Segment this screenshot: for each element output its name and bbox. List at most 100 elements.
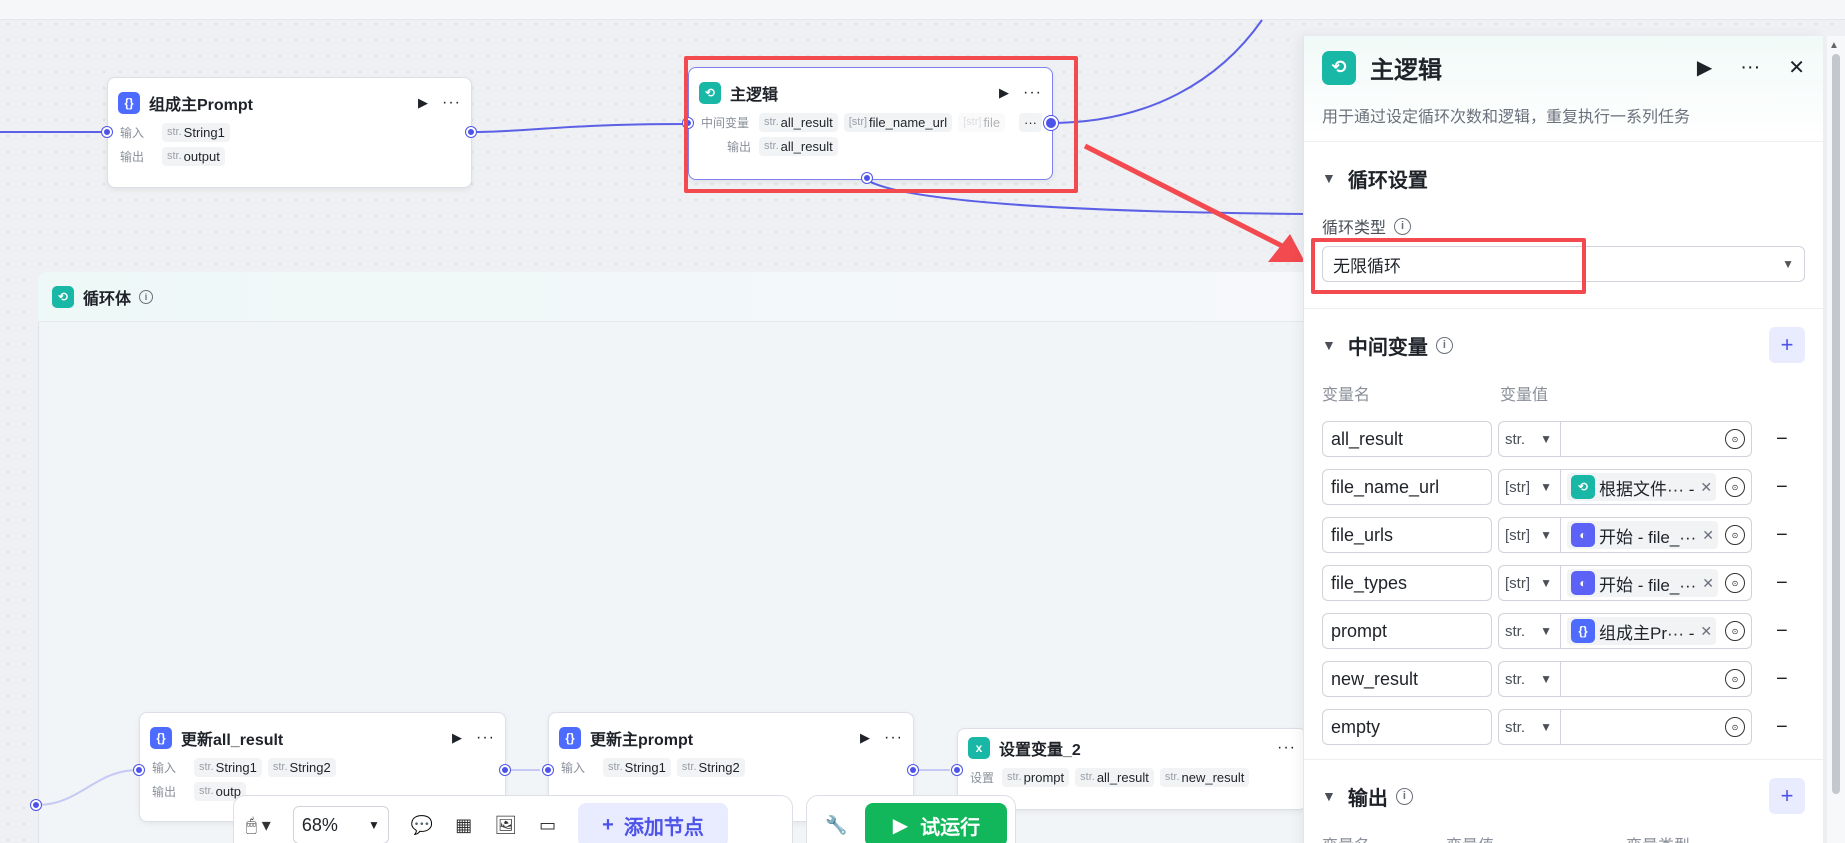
reference-picker-icon[interactable]: ⊙ — [1725, 525, 1745, 545]
comment-icon[interactable]: 💬 — [411, 815, 433, 836]
column-name-header: 变量名 — [1322, 387, 1371, 404]
node-settings-panel: ⟲ 主逻辑 ▶ ··· ✕ 用于通过设定循环次数和逻辑，重复执行一系列任务 ▼ … — [1303, 36, 1823, 843]
remove-variable-button[interactable]: − — [1776, 620, 1788, 643]
info-icon[interactable]: i — [1395, 787, 1413, 805]
output-header[interactable]: ▼ 输出 i + — [1322, 760, 1805, 832]
loop-settings-header[interactable]: ▼ 循环设置 — [1322, 142, 1805, 214]
remove-variable-button[interactable]: − — [1776, 668, 1788, 691]
start-icon: ◐ — [1571, 523, 1595, 547]
variable-value-input[interactable]: ◐ 开始 - file_··· ✕ ⊙ — [1560, 517, 1752, 553]
variable-type-select[interactable]: str. ▼ — [1498, 421, 1560, 457]
variable-name-input[interactable]: file_urls — [1322, 517, 1492, 553]
remove-reference-icon[interactable]: ✕ — [1700, 623, 1712, 640]
variable-value-input[interactable]: ⊙ — [1560, 421, 1752, 457]
chevron-down-icon[interactable]: ▼ — [1322, 170, 1336, 186]
reference-picker-icon[interactable]: ⊙ — [1725, 429, 1745, 449]
reference-picker-icon[interactable]: ⊙ — [1725, 573, 1745, 593]
remove-variable-button[interactable]: − — [1776, 476, 1788, 499]
variable-value-input[interactable]: ⟲ 根据文件··· - ✕ ⊙ — [1560, 469, 1752, 505]
mid-vars-header[interactable]: ▼ 中间变量 i + — [1322, 309, 1805, 381]
section-title: 输出 — [1347, 787, 1388, 810]
variable-name-input[interactable]: new_result — [1322, 661, 1492, 697]
output-label: 输出 — [152, 784, 177, 799]
reference-picker-icon[interactable]: ⊙ — [1725, 477, 1745, 497]
input-tag: str. String2 — [267, 757, 336, 777]
variable-type-select[interactable]: str. ▼ — [1498, 613, 1560, 649]
variable-value-input[interactable]: ⊙ — [1560, 709, 1752, 745]
input-port[interactable] — [102, 127, 112, 137]
add-node-button[interactable]: + 添加节点 — [578, 803, 728, 843]
variable-type-select[interactable]: str. ▼ — [1498, 709, 1560, 745]
compose-prompt-node[interactable]: {} 组成主Prompt ▶ ··· 输入 str. String1 输出 str. o… — [107, 77, 472, 188]
more-icon[interactable]: ··· — [1277, 739, 1296, 757]
reference-picker-icon[interactable]: ⊙ — [1725, 621, 1745, 641]
info-icon[interactable]: i — [1435, 336, 1453, 354]
column-value-header: 变量值 — [1500, 387, 1549, 404]
variable-reference-chip[interactable]: {} 组成主Pr··· - ✕ — [1567, 617, 1717, 645]
remove-reference-icon[interactable]: ✕ — [1702, 575, 1714, 592]
variable-name-input[interactable]: prompt — [1322, 613, 1492, 649]
reference-picker-icon[interactable]: ⊙ — [1725, 669, 1745, 689]
remove-variable-button[interactable]: − — [1776, 572, 1788, 595]
test-run-button[interactable]: ▶ 试运行 — [865, 803, 1008, 843]
minimap-icon[interactable]: ▭ — [539, 815, 556, 836]
panel-scrollbar[interactable] — [1827, 36, 1845, 843]
wrench-icon[interactable]: 🔧 — [825, 815, 847, 836]
variable-name-input[interactable]: file_types — [1322, 565, 1492, 601]
panel-description: 用于通过设定循环次数和逻辑，重复执行一系列任务 — [1322, 109, 1691, 126]
variable-name-input[interactable]: all_result — [1322, 421, 1492, 457]
output-port[interactable] — [500, 765, 510, 775]
zoom-select[interactable]: 68% ▼ — [292, 806, 389, 843]
column-type-header: 变量类型 — [1626, 832, 1690, 843]
add-variable-button[interactable]: + — [1769, 327, 1805, 363]
more-icon[interactable]: ··· — [442, 94, 461, 112]
mouse-mode-icon[interactable]: 🖱 ▾ — [246, 815, 271, 836]
input-port[interactable] — [543, 765, 553, 775]
info-icon[interactable]: i — [1394, 217, 1412, 235]
more-icon[interactable]: ··· — [476, 729, 495, 747]
loop-start-port[interactable] — [31, 800, 41, 810]
close-icon[interactable]: ✕ — [1788, 55, 1805, 80]
run-toolbar: 🔧 ▶ 试运行 — [806, 795, 1016, 843]
variable-name-input[interactable]: empty — [1322, 709, 1492, 745]
run-node-icon[interactable]: ▶ — [418, 95, 428, 111]
variable-value-input[interactable]: ⊙ — [1560, 661, 1752, 697]
variable-type-select[interactable]: [str] ▼ — [1498, 469, 1560, 505]
reference-picker-icon[interactable]: ⊙ — [1725, 717, 1745, 737]
add-output-button[interactable]: + — [1769, 778, 1805, 814]
scroll-up-icon[interactable]: ▲ — [1829, 40, 1839, 51]
info-icon[interactable]: i — [139, 289, 154, 304]
remove-reference-icon[interactable]: ✕ — [1700, 479, 1712, 496]
output-port[interactable] — [466, 127, 476, 137]
layout-icon[interactable]: ▦ — [455, 815, 472, 836]
column-value-header: 变量值 — [1446, 832, 1626, 843]
variable-reference-chip[interactable]: ⟲ 根据文件··· - ✕ — [1567, 473, 1717, 501]
more-icon[interactable]: ··· — [1740, 56, 1760, 79]
play-icon: ▶ — [892, 814, 909, 837]
set-label: 设置 — [970, 770, 995, 785]
chevron-down-icon[interactable]: ▼ — [1322, 337, 1336, 353]
remove-variable-button[interactable]: − — [1776, 524, 1788, 547]
variable-type-select[interactable]: [str] ▼ — [1498, 565, 1560, 601]
remove-reference-icon[interactable]: ✕ — [1702, 527, 1714, 544]
variable-name-input[interactable]: file_name_url — [1322, 469, 1492, 505]
variable-reference-chip[interactable]: ◐ 开始 - file_··· ✕ — [1567, 569, 1719, 597]
scrollbar-thumb[interactable] — [1832, 54, 1840, 794]
variable-value-input[interactable]: ◐ 开始 - file_··· ✕ ⊙ — [1560, 565, 1752, 601]
run-node-icon[interactable]: ▶ — [860, 730, 870, 746]
remove-variable-button[interactable]: − — [1776, 428, 1788, 451]
run-node-icon[interactable]: ▶ — [452, 730, 462, 746]
output-port[interactable] — [908, 765, 918, 775]
variable-type-select[interactable]: [str] ▼ — [1498, 517, 1560, 553]
input-port[interactable] — [952, 765, 962, 775]
section-title: 中间变量 — [1347, 336, 1428, 359]
input-port[interactable] — [134, 765, 144, 775]
chevron-down-icon[interactable]: ▼ — [1322, 788, 1336, 804]
remove-variable-button[interactable]: − — [1776, 716, 1788, 739]
more-icon[interactable]: ··· — [884, 729, 903, 747]
image-icon[interactable]: 🖼 — [494, 815, 517, 836]
run-icon[interactable]: ▶ — [1697, 55, 1712, 80]
variable-reference-chip[interactable]: ◐ 开始 - file_··· ✕ — [1567, 521, 1719, 549]
variable-value-input[interactable]: {} 组成主Pr··· - ✕ ⊙ — [1560, 613, 1752, 649]
variable-type-select[interactable]: str. ▼ — [1498, 661, 1560, 697]
